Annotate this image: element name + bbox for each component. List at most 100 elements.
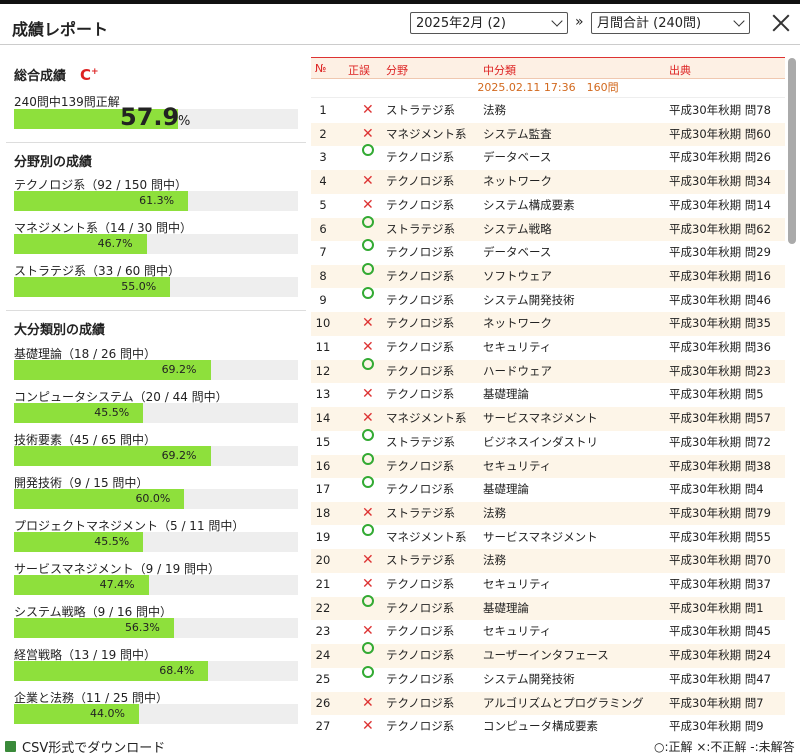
wrong-cross-icon: ✕ xyxy=(362,410,374,427)
table-row[interactable]: 15 ストラテジ系 ビジネスインダストリ 平成30年秋期 問72 xyxy=(311,428,785,455)
row-number: 19 xyxy=(315,529,331,544)
overall-title-label: 総合成績 xyxy=(14,69,67,84)
table-row[interactable]: 13 ✕ テクノロジ系 基礎理論 平成30年秋期 問5 xyxy=(311,383,785,407)
stat-percent: 45.5% xyxy=(94,535,130,548)
row-source: 平成30年秋期 問38 xyxy=(669,458,771,473)
row-source: 平成30年秋期 問79 xyxy=(669,505,771,520)
overall-title: 総合成績 C+ xyxy=(14,65,99,84)
table-row[interactable]: 20 ✕ ストラテジ系 法務 平成30年秋期 問70 xyxy=(311,549,785,573)
row-subcategory: システム戦略 xyxy=(483,221,552,236)
category-section-title: 大分類別の成績 xyxy=(14,323,106,338)
table-row[interactable]: 5 ✕ テクノロジ系 システム構成要素 平成30年秋期 問14 xyxy=(311,194,785,218)
row-subcategory: 法務 xyxy=(483,505,506,520)
row-number: 18 xyxy=(315,505,331,520)
table-row[interactable]: 1 ✕ ストラテジ系 法務 平成30年秋期 問78 xyxy=(311,99,785,123)
row-number: 27 xyxy=(315,719,331,734)
table-row[interactable]: 22 テクノロジ系 基礎理論 平成30年秋期 問1 xyxy=(311,594,785,621)
close-icon[interactable] xyxy=(770,12,792,34)
wrong-cross-icon: ✕ xyxy=(362,339,374,355)
stat-percent: 68.4% xyxy=(159,664,195,677)
stat-percent: 55.0% xyxy=(121,280,157,293)
correct-circle-icon xyxy=(362,452,374,465)
correct-circle-icon xyxy=(362,215,374,228)
row-source: 平成30年秋期 問26 xyxy=(669,150,771,165)
table-row[interactable]: 19 マネジメント系 サービスマネジメント 平成30年秋期 問55 xyxy=(311,523,785,550)
row-field: テクノロジ系 xyxy=(386,624,455,639)
row-number: 22 xyxy=(315,600,331,615)
row-field: テクノロジ系 xyxy=(386,292,455,307)
csv-download-link[interactable]: CSV形式でダウンロード xyxy=(22,737,165,756)
table-row[interactable]: 12 テクノロジ系 ハードウェア 平成30年秋期 問23 xyxy=(311,357,785,384)
header-source: 出典 xyxy=(669,64,691,77)
correct-circle-icon xyxy=(362,665,374,678)
section-divider xyxy=(6,142,306,143)
row-number: 14 xyxy=(315,411,331,426)
table-row[interactable]: 4 ✕ テクノロジ系 ネットワーク 平成30年秋期 問34 xyxy=(311,170,785,194)
table-row[interactable]: 6 ストラテジ系 システム戦略 平成30年秋期 問62 xyxy=(311,215,785,242)
row-subcategory: ネットワーク xyxy=(483,174,552,189)
stat-bar: 68.4% xyxy=(14,661,298,681)
row-subcategory: サービスマネジメント xyxy=(483,411,598,426)
row-source: 平成30年秋期 問4 xyxy=(669,482,764,497)
table-row[interactable]: 7 テクノロジ系 データベース 平成30年秋期 問29 xyxy=(311,239,785,265)
table-row[interactable]: 2 ✕ マネジメント系 システム監査 平成30年秋期 問60 xyxy=(311,122,785,147)
range-select[interactable]: 月間合計 (240問) xyxy=(591,12,750,34)
table-row[interactable]: 24 テクノロジ系 ユーザーインタフェース 平成30年秋期 問24 xyxy=(311,642,785,668)
stat-percent: 61.3% xyxy=(139,194,175,207)
row-field: ストラテジ系 xyxy=(386,505,455,520)
table-row[interactable]: 25 テクノロジ系 システム開発技術 平成30年秋期 問47 xyxy=(311,665,785,692)
row-subcategory: セキュリティ xyxy=(483,340,552,354)
table-row[interactable]: 18 ✕ ストラテジ系 法務 平成30年秋期 問79 xyxy=(311,501,785,526)
correct-circle-icon xyxy=(362,262,374,275)
row-source: 平成30年秋期 問36 xyxy=(669,340,771,354)
row-source: 平成30年秋期 問1 xyxy=(669,600,764,615)
row-number: 21 xyxy=(315,577,331,591)
row-source: 平成30年秋期 問45 xyxy=(669,624,771,639)
row-source: 平成30年秋期 問72 xyxy=(669,434,771,449)
row-field: テクノロジ系 xyxy=(386,150,455,165)
table-row[interactable]: 11 ✕ テクノロジ系 セキュリティ 平成30年秋期 問36 xyxy=(311,336,785,360)
table-scrollbar[interactable] xyxy=(788,58,796,244)
table-row[interactable]: 9 テクノロジ系 システム開発技術 平成30年秋期 問46 xyxy=(311,286,785,313)
row-number: 15 xyxy=(315,434,331,449)
table-row[interactable]: 16 テクノロジ系 セキュリティ 平成30年秋期 問38 xyxy=(311,452,785,479)
row-source: 平成30年秋期 問55 xyxy=(669,529,771,544)
row-number: 23 xyxy=(315,624,331,639)
stat-percent: 47.4% xyxy=(99,578,135,591)
row-field: テクノロジ系 xyxy=(386,197,455,212)
overall-count: 240問中139問正解 xyxy=(14,95,120,109)
table-row[interactable]: 26 ✕ テクノロジ系 アルゴリズムとプログラミング 平成30年秋期 問7 xyxy=(311,691,785,716)
row-field: テクノロジ系 xyxy=(386,458,455,473)
row-field: テクノロジ系 xyxy=(386,174,455,189)
table-row[interactable]: 14 ✕ マネジメント系 サービスマネジメント 平成30年秋期 問57 xyxy=(311,407,785,431)
row-field: テクノロジ系 xyxy=(386,482,455,497)
header-no: № xyxy=(315,62,327,75)
month-select-value: 2025年2月 (2) xyxy=(416,16,506,31)
table-row[interactable]: 27 ✕ テクノロジ系 コンピュータ構成要素 平成30年秋期 問9 xyxy=(311,715,785,737)
row-source: 平成30年秋期 問37 xyxy=(669,577,771,591)
grade-letter: C xyxy=(80,66,92,84)
result-table: № 正誤 分野 中分類 出典 2025.02.11 17:36 160問 1 ✕ ス… xyxy=(311,57,785,737)
table-row[interactable]: 21 ✕ テクノロジ系 セキュリティ 平成30年秋期 問37 xyxy=(311,573,785,597)
table-row[interactable]: 10 ✕ テクノロジ系 ネットワーク 平成30年秋期 問35 xyxy=(311,312,785,336)
stat-bar: 46.7% xyxy=(14,234,298,254)
table-row[interactable]: 8 テクノロジ系 ソフトウェア 平成30年秋期 問16 xyxy=(311,262,785,289)
table-row[interactable]: 17 テクノロジ系 基礎理論 平成30年秋期 問4 xyxy=(311,476,785,502)
wrong-cross-icon: ✕ xyxy=(362,315,374,332)
row-field: マネジメント系 xyxy=(386,126,467,141)
row-field: テクノロジ系 xyxy=(386,316,455,331)
wrong-cross-icon: ✕ xyxy=(362,386,374,403)
correct-circle-icon xyxy=(362,144,374,157)
row-field: テクノロジ系 xyxy=(386,648,455,663)
month-select[interactable]: 2025年2月 (2) xyxy=(410,12,568,34)
stat-bar: 45.5% xyxy=(14,532,298,552)
table-row[interactable]: 3 テクノロジ系 データベース 平成30年秋期 問26 xyxy=(311,144,785,170)
stat-percent: 69.2% xyxy=(161,363,197,376)
row-source: 平成30年秋期 問34 xyxy=(669,174,771,189)
wrong-cross-icon: ✕ xyxy=(362,196,374,213)
row-subcategory: システム開発技術 xyxy=(483,671,575,686)
row-field: テクノロジ系 xyxy=(386,577,455,591)
arrow-separator: » xyxy=(575,14,584,30)
table-row[interactable]: 23 ✕ テクノロジ系 セキュリティ 平成30年秋期 問45 xyxy=(311,620,785,644)
row-number: 7 xyxy=(319,245,327,260)
